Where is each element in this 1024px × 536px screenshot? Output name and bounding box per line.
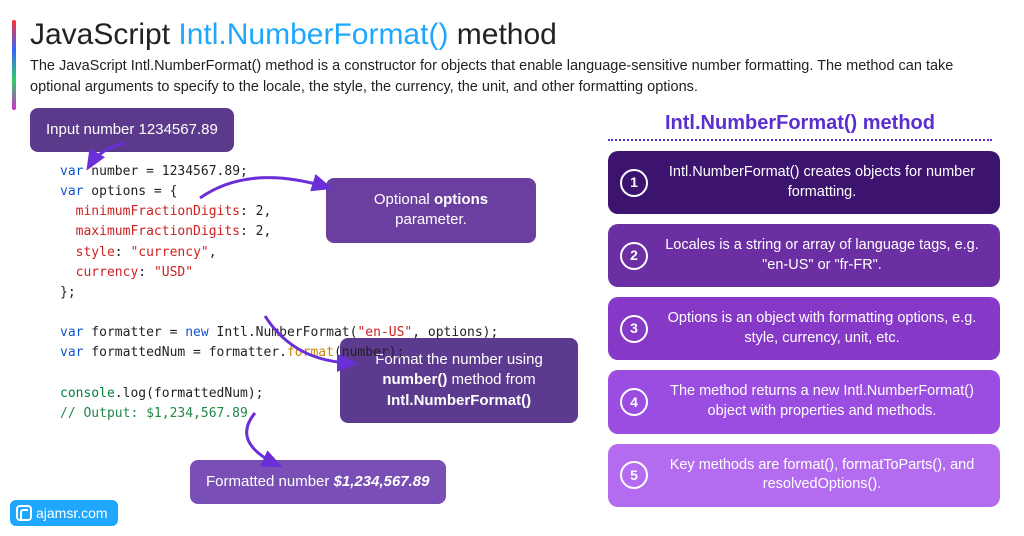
- step-5: 5 Key methods are format(), formatToPart…: [608, 444, 1000, 507]
- code-kw: var: [60, 184, 83, 199]
- accent-bar: [12, 20, 16, 110]
- code-fn: format: [287, 345, 334, 360]
- code-comment: // Output: $1,234,567.89: [60, 406, 248, 421]
- left-column: Input number 1234567.89 Optional options…: [30, 108, 590, 518]
- step-text: The method returns a new Intl.NumberForm…: [660, 382, 984, 421]
- title-accent: Intl.NumberFormat(): [178, 18, 448, 51]
- code-t: };: [60, 285, 76, 300]
- step-text: Locales is a string or array of language…: [660, 236, 984, 275]
- code-t: :: [138, 265, 154, 280]
- step-number: 5: [620, 461, 648, 489]
- step-text: Intl.NumberFormat() creates objects for …: [660, 163, 984, 202]
- step-1: 1 Intl.NumberFormat() creates objects fo…: [608, 151, 1000, 214]
- panel-title: Intl.NumberFormat() method: [608, 112, 992, 141]
- code-t: Intl.NumberFormat(: [209, 325, 358, 340]
- code-kw: var: [60, 325, 83, 340]
- watermark-badge: ajamsr.com: [10, 500, 118, 526]
- callout-formatted-output: Formatted number $1,234,567.89: [190, 460, 446, 504]
- step-number: 4: [620, 388, 648, 416]
- code-t: number = 1234567.89;: [83, 164, 247, 179]
- code-t: :: [115, 245, 131, 260]
- code-t: options = {: [83, 184, 177, 199]
- page-description: The JavaScript Intl.NumberFormat() metho…: [30, 56, 1000, 98]
- code-str: "USD": [154, 265, 193, 280]
- step-number: 1: [620, 169, 648, 197]
- step-text: Key methods are format(), formatToParts(…: [660, 456, 984, 495]
- logo-icon: [16, 505, 32, 521]
- code-t: formatter =: [83, 325, 185, 340]
- code-con: console: [60, 386, 115, 401]
- title-post: method: [448, 18, 556, 51]
- step-2: 2 Locales is a string or array of langua…: [608, 224, 1000, 287]
- code-kw: var: [60, 345, 83, 360]
- code-prop: minimumFractionDigits: [60, 204, 240, 219]
- code-t: : 2,: [240, 224, 271, 239]
- callout-output-pre: Formatted number: [206, 473, 334, 490]
- page: JavaScript Intl.NumberFormat() method Th…: [0, 0, 1024, 518]
- page-title: JavaScript Intl.NumberFormat() method: [30, 18, 1000, 52]
- code-kw: new: [185, 325, 208, 340]
- code-sample: var number = 1234567.89; var options = {…: [60, 162, 498, 424]
- code-t: ,: [209, 245, 217, 260]
- step-number: 2: [620, 242, 648, 270]
- code-t: .log(formattedNum);: [115, 386, 264, 401]
- step-number: 3: [620, 315, 648, 343]
- title-pre: JavaScript: [30, 18, 178, 51]
- code-prop: style: [60, 245, 115, 260]
- code-t: : 2,: [240, 204, 271, 219]
- step-4: 4 The method returns a new Intl.NumberFo…: [608, 370, 1000, 433]
- step-text: Options is an object with formatting opt…: [660, 309, 984, 348]
- code-str: "en-US": [357, 325, 412, 340]
- callout-output-val: $1,234,567.89: [334, 473, 430, 490]
- step-3: 3 Options is an object with formatting o…: [608, 297, 1000, 360]
- columns: Input number 1234567.89 Optional options…: [30, 108, 1000, 518]
- watermark-text: ajamsr.com: [36, 505, 108, 521]
- code-prop: currency: [60, 265, 138, 280]
- right-column: Intl.NumberFormat() method 1 Intl.Number…: [608, 108, 1000, 518]
- code-str: "currency": [130, 245, 208, 260]
- code-t: formattedNum = formatter.: [83, 345, 287, 360]
- code-t: , options);: [412, 325, 498, 340]
- code-t: (number);: [334, 345, 404, 360]
- code-kw: var: [60, 164, 83, 179]
- callout-input-number: Input number 1234567.89: [30, 108, 234, 152]
- code-prop: maximumFractionDigits: [60, 224, 240, 239]
